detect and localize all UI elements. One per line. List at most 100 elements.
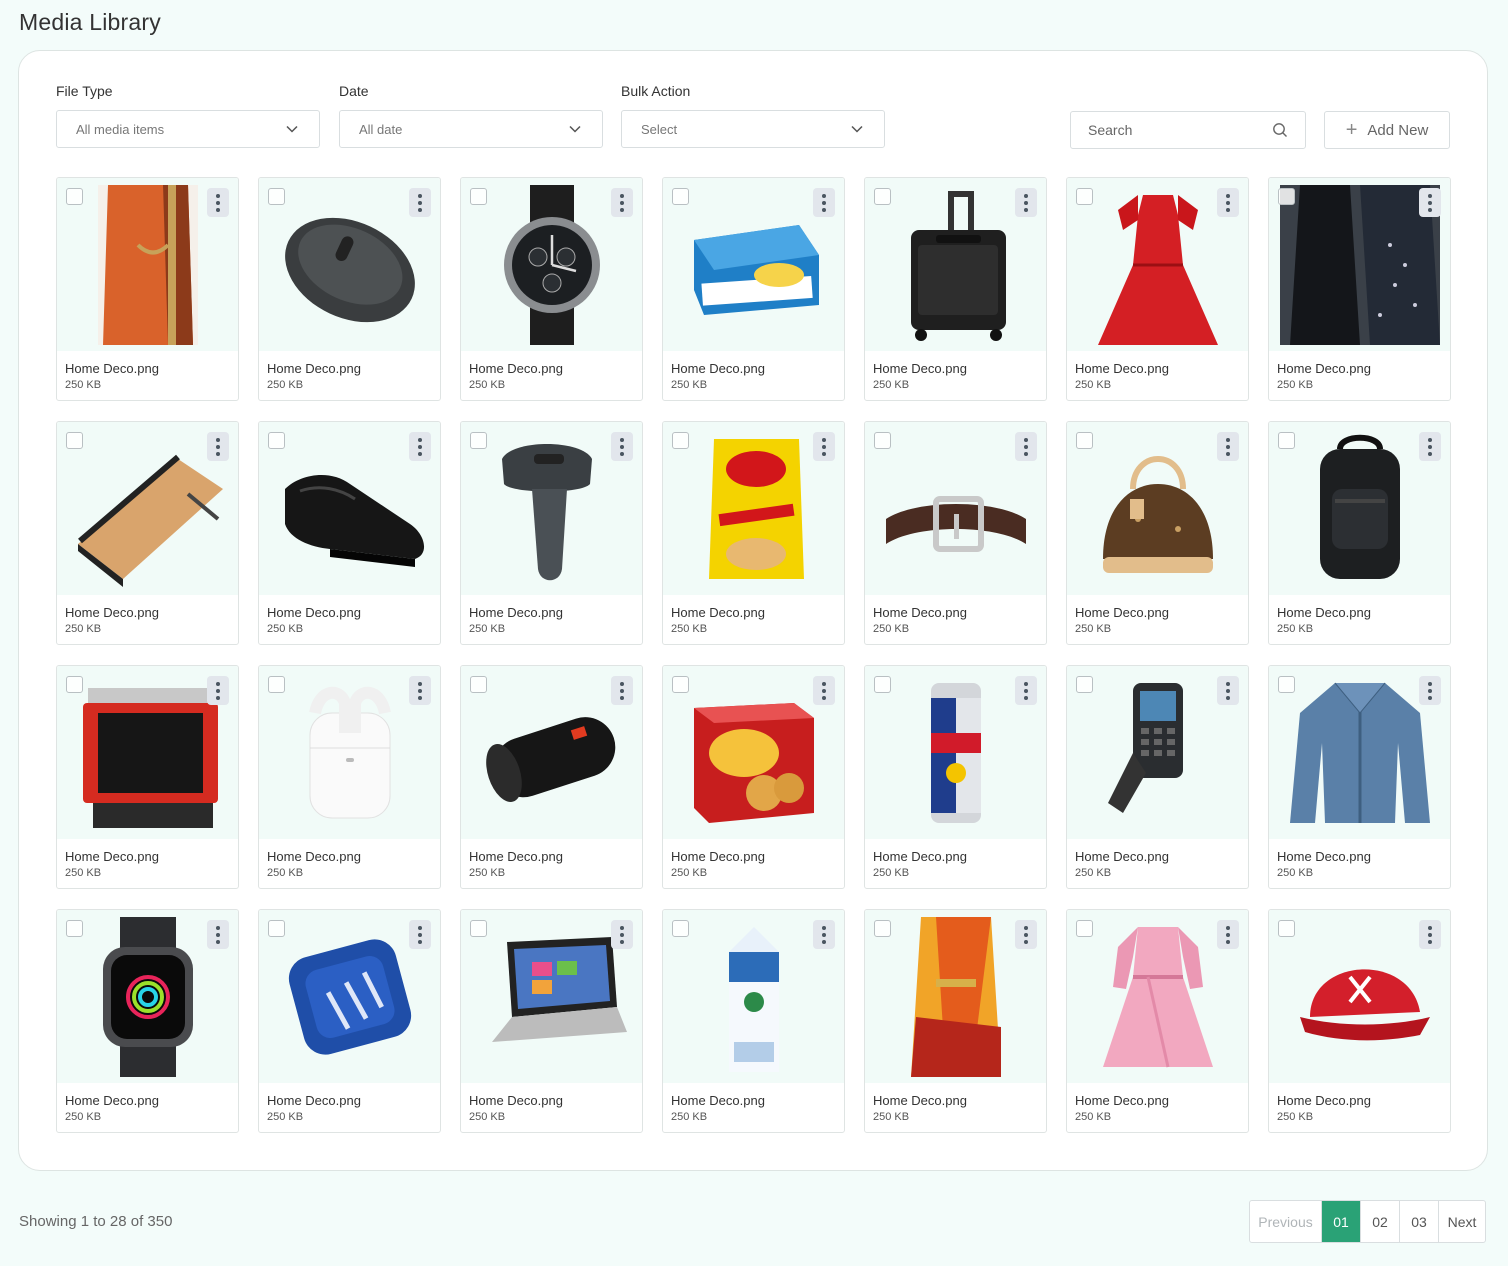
- file-size: 250 KB: [1277, 379, 1314, 391]
- search-input[interactable]: [1088, 122, 1258, 138]
- media-card[interactable]: Home Deco.png 250 KB: [1268, 665, 1451, 889]
- more-options-icon[interactable]: [1419, 188, 1441, 217]
- select-checkbox[interactable]: [66, 676, 83, 693]
- media-card[interactable]: Home Deco.png 250 KB: [1066, 177, 1249, 401]
- more-options-icon[interactable]: [1419, 432, 1441, 461]
- media-card[interactable]: Home Deco.png 250 KB: [864, 421, 1047, 645]
- select-checkbox[interactable]: [874, 188, 891, 205]
- next-button[interactable]: Next: [1439, 1201, 1485, 1242]
- more-options-icon[interactable]: [1015, 676, 1037, 705]
- more-options-icon[interactable]: [611, 920, 633, 949]
- media-card[interactable]: Home Deco.png 250 KB: [56, 909, 239, 1133]
- media-card[interactable]: Home Deco.png 250 KB: [460, 421, 643, 645]
- more-options-icon[interactable]: [813, 188, 835, 217]
- select-checkbox[interactable]: [672, 920, 689, 937]
- select-checkbox[interactable]: [1278, 676, 1295, 693]
- select-checkbox[interactable]: [66, 920, 83, 937]
- media-card[interactable]: Home Deco.png 250 KB: [460, 177, 643, 401]
- smartwatch-icon: [102, 916, 193, 1077]
- media-card[interactable]: Home Deco.png 250 KB: [864, 909, 1047, 1133]
- date-select[interactable]: All date: [339, 110, 603, 148]
- more-options-icon[interactable]: [409, 432, 431, 461]
- more-options-icon[interactable]: [1419, 676, 1441, 705]
- more-options-icon[interactable]: [207, 432, 229, 461]
- media-card[interactable]: Home Deco.png 250 KB: [56, 665, 239, 889]
- more-options-icon[interactable]: [813, 920, 835, 949]
- more-options-icon[interactable]: [207, 188, 229, 217]
- select-checkbox[interactable]: [1076, 432, 1093, 449]
- media-card[interactable]: Home Deco.png 250 KB: [460, 665, 643, 889]
- file-size: 250 KB: [1075, 1111, 1112, 1123]
- select-checkbox[interactable]: [1278, 432, 1295, 449]
- select-checkbox[interactable]: [268, 920, 285, 937]
- select-checkbox[interactable]: [672, 676, 689, 693]
- select-checkbox[interactable]: [874, 920, 891, 937]
- previous-button[interactable]: Previous: [1250, 1201, 1322, 1242]
- select-checkbox[interactable]: [268, 188, 285, 205]
- select-checkbox[interactable]: [1278, 920, 1295, 937]
- select-checkbox[interactable]: [66, 188, 83, 205]
- media-card[interactable]: Home Deco.png 250 KB: [56, 177, 239, 401]
- date-label: Date: [339, 83, 369, 99]
- select-checkbox[interactable]: [66, 432, 83, 449]
- more-options-icon[interactable]: [611, 432, 633, 461]
- media-card[interactable]: Home Deco.png 250 KB: [258, 909, 441, 1133]
- media-card[interactable]: Home Deco.png 250 KB: [662, 421, 845, 645]
- select-checkbox[interactable]: [268, 432, 285, 449]
- media-card[interactable]: Home Deco.png 250 KB: [662, 665, 845, 889]
- media-card[interactable]: Home Deco.png 250 KB: [258, 665, 441, 889]
- select-checkbox[interactable]: [1076, 188, 1093, 205]
- more-options-icon[interactable]: [813, 676, 835, 705]
- media-card[interactable]: Home Deco.png 250 KB: [1268, 421, 1451, 645]
- select-checkbox[interactable]: [470, 188, 487, 205]
- select-checkbox[interactable]: [874, 676, 891, 693]
- media-card[interactable]: Home Deco.png 250 KB: [864, 177, 1047, 401]
- media-card[interactable]: Home Deco.png 250 KB: [460, 909, 643, 1133]
- more-options-icon[interactable]: [1217, 432, 1239, 461]
- file-type-select[interactable]: All media items: [56, 110, 320, 148]
- more-options-icon[interactable]: [611, 676, 633, 705]
- media-card[interactable]: Home Deco.png 250 KB: [1066, 665, 1249, 889]
- page-2-button[interactable]: 02: [1361, 1201, 1400, 1242]
- more-options-icon[interactable]: [409, 676, 431, 705]
- more-options-icon[interactable]: [1015, 432, 1037, 461]
- select-checkbox[interactable]: [672, 432, 689, 449]
- select-checkbox[interactable]: [672, 188, 689, 205]
- media-card[interactable]: Home Deco.png 250 KB: [662, 177, 845, 401]
- select-checkbox[interactable]: [874, 432, 891, 449]
- more-options-icon[interactable]: [1217, 676, 1239, 705]
- more-options-icon[interactable]: [611, 188, 633, 217]
- select-checkbox[interactable]: [1076, 676, 1093, 693]
- add-new-button[interactable]: + Add New: [1324, 111, 1450, 149]
- more-options-icon[interactable]: [207, 920, 229, 949]
- select-checkbox[interactable]: [268, 676, 285, 693]
- media-card[interactable]: Home Deco.png 250 KB: [258, 421, 441, 645]
- media-card[interactable]: Home Deco.png 250 KB: [1066, 909, 1249, 1133]
- media-card[interactable]: Home Deco.png 250 KB: [1268, 177, 1451, 401]
- media-card[interactable]: Home Deco.png 250 KB: [258, 177, 441, 401]
- chevron-down-icon: [569, 125, 581, 133]
- more-options-icon[interactable]: [1217, 188, 1239, 217]
- page-3-button[interactable]: 03: [1400, 1201, 1439, 1242]
- media-card[interactable]: Home Deco.png 250 KB: [1066, 421, 1249, 645]
- search-icon[interactable]: [1272, 122, 1288, 138]
- more-options-icon[interactable]: [409, 188, 431, 217]
- more-options-icon[interactable]: [813, 432, 835, 461]
- select-checkbox[interactable]: [470, 920, 487, 937]
- more-options-icon[interactable]: [1015, 188, 1037, 217]
- select-checkbox[interactable]: [1076, 920, 1093, 937]
- select-checkbox[interactable]: [470, 432, 487, 449]
- more-options-icon[interactable]: [1015, 920, 1037, 949]
- select-checkbox[interactable]: [1278, 188, 1295, 205]
- bulk-action-select[interactable]: Select: [621, 110, 885, 148]
- more-options-icon[interactable]: [1217, 920, 1239, 949]
- more-options-icon[interactable]: [1419, 920, 1441, 949]
- page-1-button[interactable]: 01: [1322, 1201, 1361, 1242]
- media-card[interactable]: Home Deco.png 250 KB: [662, 909, 845, 1133]
- media-card[interactable]: Home Deco.png 250 KB: [56, 421, 239, 645]
- more-options-icon[interactable]: [409, 920, 431, 949]
- media-card[interactable]: Home Deco.png 250 KB: [1268, 909, 1451, 1133]
- media-card[interactable]: Home Deco.png 250 KB: [864, 665, 1047, 889]
- more-options-icon[interactable]: [207, 676, 229, 705]
- select-checkbox[interactable]: [470, 676, 487, 693]
